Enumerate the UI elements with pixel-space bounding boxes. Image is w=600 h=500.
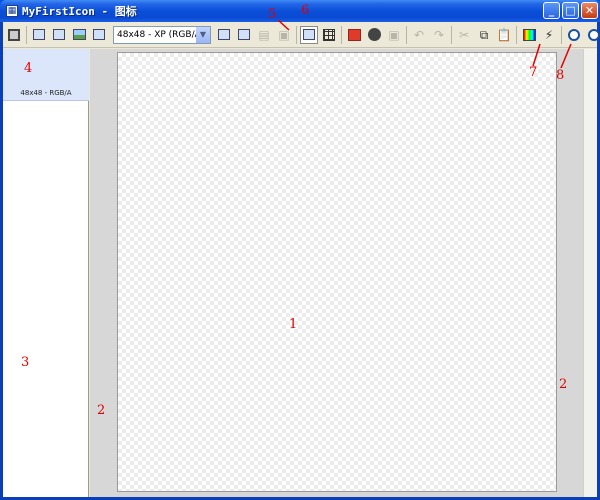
app-window: ▦ MyFirstIcon - 图标 _ □ ✕ 48x48 - XP (RGB… <box>0 0 600 500</box>
arrow-zoom-in <box>532 43 541 67</box>
arrow-zoom-actual <box>560 43 572 69</box>
annotation-arrows <box>277 19 572 69</box>
arrow-preview <box>277 19 290 31</box>
